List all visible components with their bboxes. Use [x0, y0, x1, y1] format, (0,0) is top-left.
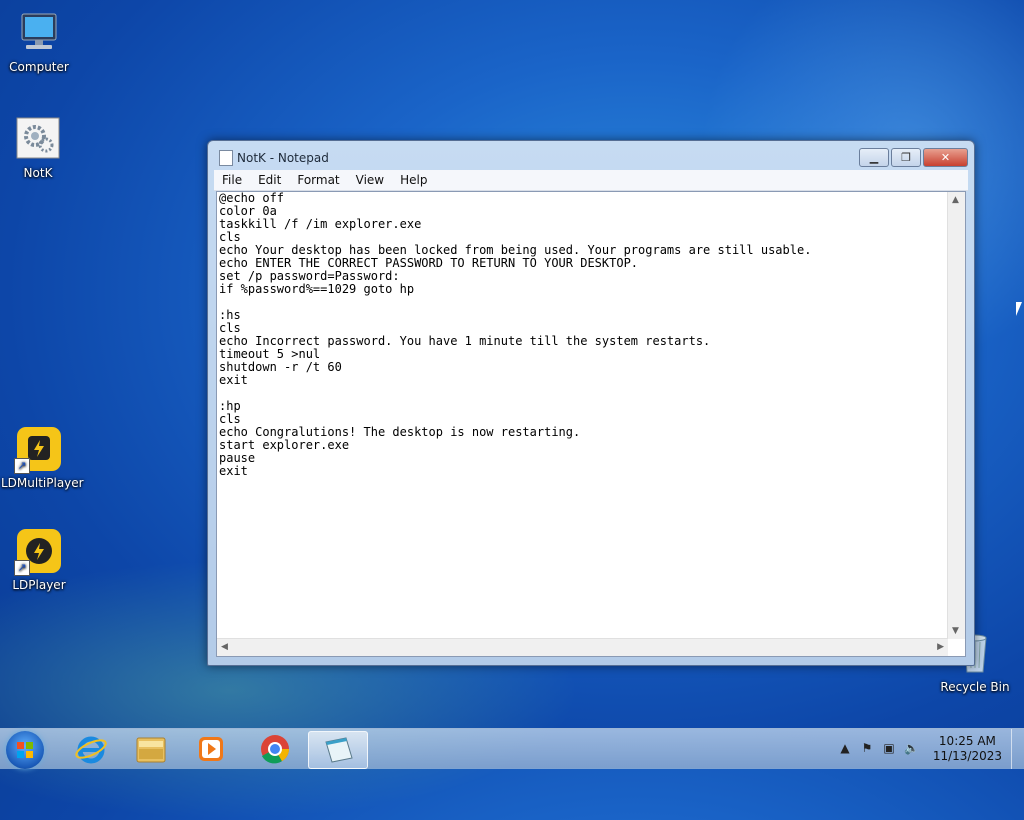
- chrome-icon: [261, 735, 289, 764]
- clock-date: 11/13/2023: [932, 749, 1002, 763]
- menu-file[interactable]: File: [214, 170, 250, 190]
- scroll-right-icon[interactable]: ▶: [937, 642, 944, 652]
- editor-content[interactable]: @echo off color 0a taskkill /f /im explo…: [219, 192, 945, 478]
- text-editor[interactable]: @echo off color 0a taskkill /f /im explo…: [216, 191, 966, 657]
- media-player-icon: [199, 737, 223, 761]
- shortcut-arrow-icon: ↗: [14, 560, 30, 576]
- notepad-icon: [325, 737, 353, 763]
- system-clock[interactable]: 10:25 AM 11/13/2023: [933, 734, 1002, 764]
- batch-file-icon: [15, 116, 61, 162]
- desktop-icon-notk[interactable]: NotK: [0, 116, 76, 180]
- maximize-button[interactable]: ❐: [891, 148, 921, 167]
- vertical-scrollbar[interactable]: ▲ ▼: [947, 192, 965, 639]
- title-bar[interactable]: NotK - Notepad ▁ ❐ ✕: [208, 141, 974, 171]
- menu-help[interactable]: Help: [392, 170, 435, 190]
- scroll-up-icon[interactable]: ▲: [952, 195, 959, 205]
- window-title: NotK - Notepad: [237, 151, 329, 165]
- ldplayer-icon: ↗: [14, 528, 62, 576]
- taskbar: ▲ ⚑ ▣ 🔈 10:25 AM 11/13/2023: [0, 728, 1024, 769]
- desktop-icon-label: Recycle Bin: [940, 680, 1010, 694]
- file-explorer-icon: [136, 737, 166, 763]
- desktop-icon-ldmultiplayer[interactable]: ↗ LDMultiPlayer: [1, 426, 84, 490]
- taskbar-file-explorer[interactable]: [122, 731, 180, 767]
- desktop-icon-label: Computer: [9, 60, 69, 74]
- notepad-icon: [219, 150, 233, 166]
- menu-format[interactable]: Format: [289, 170, 347, 190]
- taskbar-chrome[interactable]: [246, 731, 304, 767]
- show-desktop-button[interactable]: [1011, 729, 1024, 769]
- network-icon[interactable]: ▣: [882, 741, 896, 755]
- close-button[interactable]: ✕: [923, 148, 968, 167]
- desktop-icon-label: LDPlayer: [12, 578, 66, 592]
- desktop-icon-label: LDMultiPlayer: [1, 476, 84, 490]
- minimize-button[interactable]: ▁: [859, 148, 889, 167]
- volume-muted-icon[interactable]: 🔈: [904, 741, 919, 755]
- close-icon: ✕: [940, 151, 951, 164]
- notepad-window[interactable]: NotK - Notepad ▁ ❐ ✕ File Edit Format Vi…: [207, 140, 975, 666]
- mouse-cursor-icon: [1016, 302, 1022, 316]
- restore-icon: ❐: [901, 151, 911, 164]
- clock-time: 10:25 AM: [938, 734, 996, 748]
- horizontal-scrollbar[interactable]: ◀ ▶: [217, 638, 948, 656]
- taskbar-media-player[interactable]: [182, 731, 240, 767]
- ldmultiplayer-icon: ↗: [14, 426, 62, 474]
- minimize-icon: ▁: [869, 151, 879, 164]
- windows-logo-icon: [17, 742, 33, 758]
- taskbar-notepad[interactable]: [308, 731, 368, 769]
- menu-view[interactable]: View: [348, 170, 392, 190]
- desktop-icon-label: NotK: [23, 166, 53, 180]
- desktop-icon-computer[interactable]: Computer: [1, 10, 77, 74]
- shortcut-arrow-icon: ↗: [14, 458, 30, 474]
- action-center-icon[interactable]: ⚑: [860, 741, 874, 755]
- menu-edit[interactable]: Edit: [250, 170, 289, 190]
- scroll-left-icon[interactable]: ◀: [221, 642, 228, 652]
- scroll-down-icon[interactable]: ▼: [952, 626, 959, 636]
- start-button[interactable]: [6, 731, 44, 769]
- taskbar-internet-explorer[interactable]: [62, 731, 120, 767]
- desktop-icon-ldplayer[interactable]: ↗ LDPlayer: [1, 528, 77, 592]
- show-hidden-icons-icon[interactable]: ▲: [838, 741, 852, 755]
- internet-explorer-icon: [75, 736, 107, 764]
- computer-icon: [16, 10, 62, 56]
- menu-bar: File Edit Format View Help: [214, 170, 968, 191]
